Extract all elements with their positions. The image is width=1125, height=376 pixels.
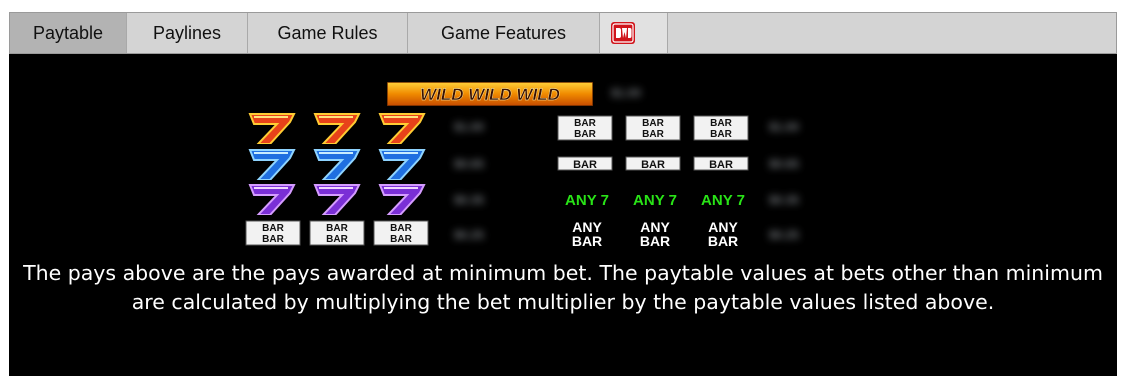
triple-bar-icon: BAR BAR bbox=[309, 220, 365, 246]
any-seven-label: ANY 7 bbox=[565, 192, 609, 209]
svg-text:BAR: BAR bbox=[641, 159, 665, 171]
tab-logo[interactable] bbox=[600, 13, 668, 53]
svg-text:BAR: BAR bbox=[326, 234, 348, 245]
any-seven-label: ANY 7 bbox=[701, 192, 745, 209]
single-bar-icon: BAR bbox=[625, 156, 681, 171]
tab-game-rules[interactable]: Game Rules bbox=[248, 13, 408, 53]
payout-value: $1.00 bbox=[454, 120, 485, 134]
wild-banner: WILD WILD WILD bbox=[387, 82, 593, 106]
tab-paytable[interactable]: Paytable bbox=[10, 13, 127, 53]
single-bar-icon: BAR bbox=[693, 156, 749, 171]
paytable-panel: WILD WILD WILD $1.00 $1.00 BAR BAR BAR B… bbox=[9, 54, 1117, 376]
svg-text:BAR: BAR bbox=[710, 129, 732, 140]
wild-banner-text: WILD WILD WILD bbox=[420, 85, 560, 104]
payout-value: $0.35 bbox=[454, 193, 485, 207]
paytable-note: The pays above are the pays awarded at m… bbox=[23, 261, 1103, 314]
svg-text:BAR: BAR bbox=[709, 159, 733, 171]
dwd-logo-icon bbox=[611, 22, 635, 44]
payout-value: $0.25 bbox=[769, 228, 800, 242]
red-seven-icon bbox=[378, 113, 426, 144]
triple-bar-icon: BAR BAR bbox=[625, 115, 681, 141]
game-help-window: Paytable Paylines Game Rules Game Featur… bbox=[0, 0, 1125, 376]
tab-game-features[interactable]: Game Features bbox=[408, 13, 600, 53]
svg-text:BAR: BAR bbox=[642, 129, 664, 140]
tab-bar: Paytable Paylines Game Rules Game Featur… bbox=[9, 12, 1117, 54]
svg-text:BAR: BAR bbox=[390, 234, 412, 245]
svg-text:BAR: BAR bbox=[573, 159, 597, 171]
any-bar-label: ANY BAR bbox=[639, 219, 671, 249]
blue-seven-icon bbox=[378, 149, 426, 180]
blue-seven-icon bbox=[313, 149, 361, 180]
svg-text:BAR: BAR bbox=[642, 118, 664, 129]
payout-value: $0.25 bbox=[454, 228, 485, 242]
blue-seven-icon bbox=[248, 149, 296, 180]
tab-paylines[interactable]: Paylines bbox=[127, 13, 248, 53]
triple-bar-icon: BAR BAR bbox=[557, 115, 613, 141]
payout-value: $1.00 bbox=[611, 86, 642, 100]
payout-value: $1.00 bbox=[769, 120, 800, 134]
svg-text:BAR: BAR bbox=[574, 118, 596, 129]
red-seven-icon bbox=[248, 113, 296, 144]
any-bar-label: ANY BAR bbox=[571, 219, 603, 249]
svg-text:BAR: BAR bbox=[262, 223, 284, 234]
payout-value: $0.65 bbox=[454, 157, 485, 171]
purple-seven-icon bbox=[313, 184, 361, 215]
any-seven-label: ANY 7 bbox=[633, 192, 677, 209]
red-seven-icon bbox=[313, 113, 361, 144]
single-bar-icon: BAR bbox=[557, 156, 613, 171]
payout-value: $0.35 bbox=[769, 193, 800, 207]
svg-text:BAR: BAR bbox=[390, 223, 412, 234]
payout-value: $0.65 bbox=[769, 157, 800, 171]
svg-text:BAR: BAR bbox=[710, 118, 732, 129]
purple-seven-icon bbox=[248, 184, 296, 215]
svg-text:BAR: BAR bbox=[262, 234, 284, 245]
triple-bar-icon: BAR BAR bbox=[245, 220, 301, 246]
triple-bar-icon: BAR BAR bbox=[693, 115, 749, 141]
any-bar-label: ANY BAR bbox=[707, 219, 739, 249]
svg-text:BAR: BAR bbox=[326, 223, 348, 234]
purple-seven-icon bbox=[378, 184, 426, 215]
triple-bar-icon: BAR BAR bbox=[373, 220, 429, 246]
svg-text:BAR: BAR bbox=[574, 129, 596, 140]
